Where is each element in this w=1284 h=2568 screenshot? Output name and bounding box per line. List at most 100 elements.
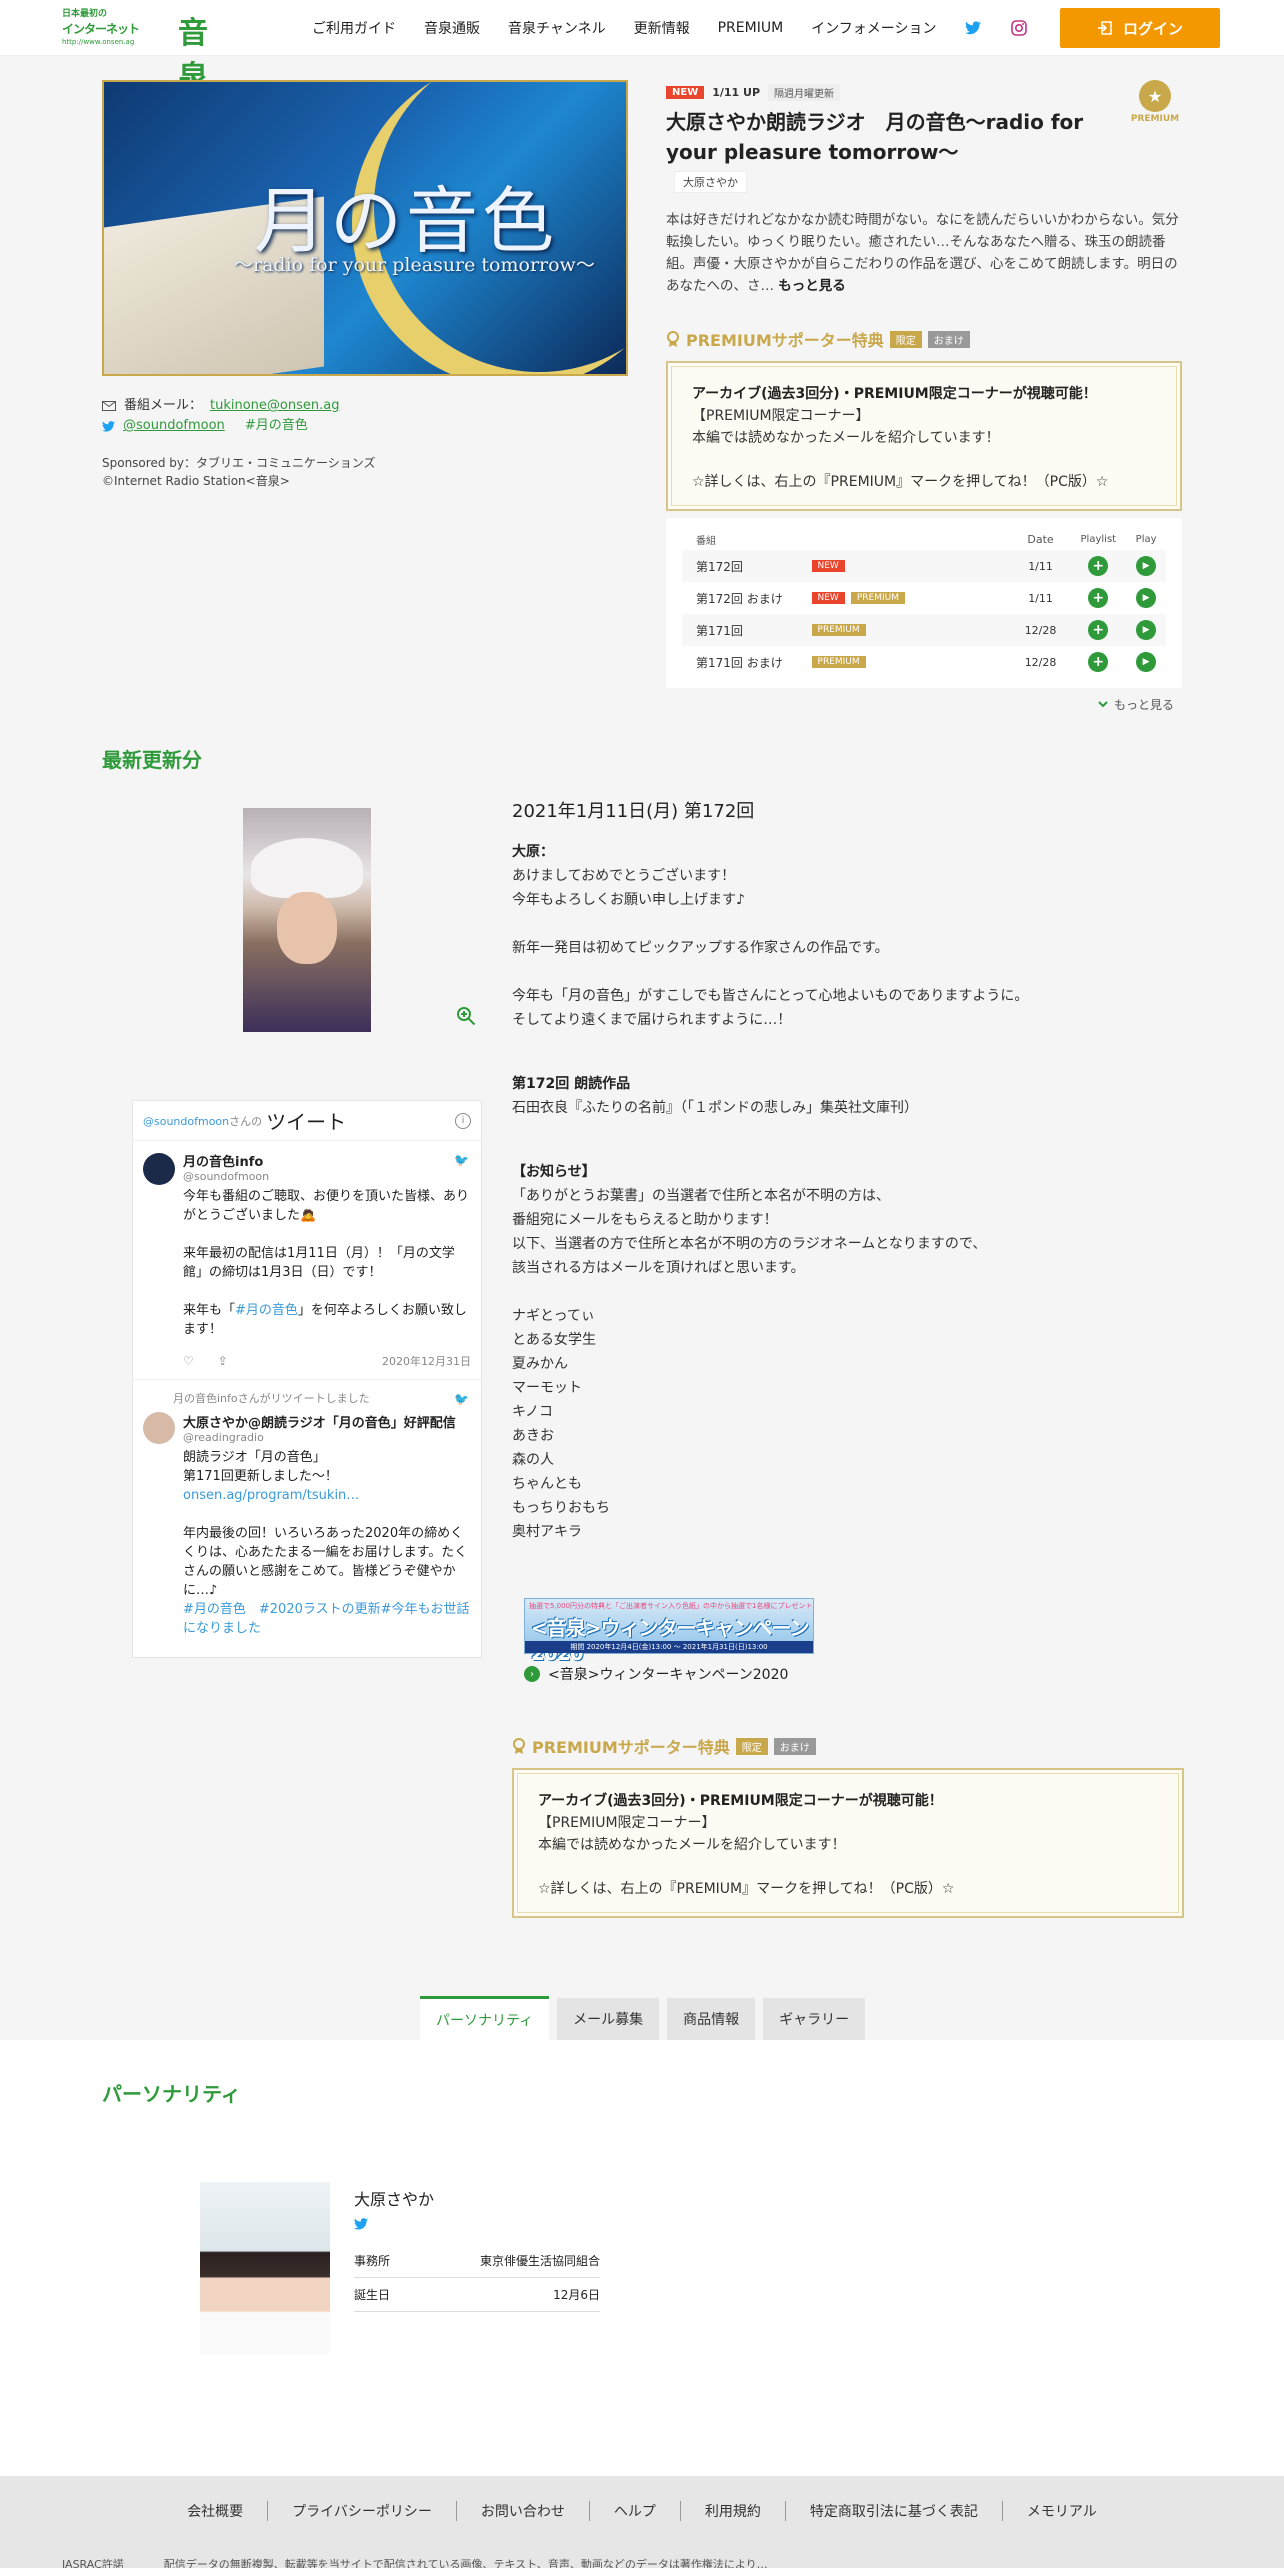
supporter-heading: PREMIUMサポーター特典 [532, 1738, 730, 1757]
nav-channel[interactable]: 音泉チャンネル [508, 18, 606, 38]
episode-name: 第172回 おまけ [696, 591, 783, 606]
footer-link-company[interactable]: 会社概要 [163, 2501, 267, 2521]
twitter-icon[interactable] [964, 19, 982, 37]
tweet-date[interactable]: 2020年12月31日 [382, 1353, 471, 1369]
tweet-author[interactable]: 月の音色info [183, 1151, 471, 1170]
limited-tag: 限定 [735, 1737, 768, 1755]
tweet: 🐦 月の音色info @soundofmoon 今年も番組のご聴取、お便りを頂い… [133, 1141, 481, 1380]
episode-row: 第171回 おまけ PREMIUM 12/28 + ▶ [682, 646, 1166, 678]
chevron-down-icon [1098, 700, 1108, 707]
tweet-author[interactable]: 大原さやか@朗読ラジオ「月の音色」好評配信 [183, 1412, 471, 1431]
new-tag: NEW [811, 560, 845, 572]
program-info: NEW 1/11 UP 隔週月曜更新 大原さやか朗読ラジオ 月の音色〜radio… [666, 84, 1182, 511]
nav-shop[interactable]: 音泉通販 [424, 18, 480, 38]
instagram-icon[interactable] [1010, 19, 1028, 37]
login-icon [1097, 21, 1112, 35]
footer-link-contact[interactable]: お問い合わせ [455, 2501, 589, 2521]
avatar[interactable] [143, 1412, 175, 1444]
twitter-icon[interactable] [354, 2218, 600, 2234]
tab-mail[interactable]: メール募集 [557, 1998, 660, 2040]
personality-photo [200, 2182, 330, 2354]
notice-label: 【お知らせ】 [512, 1164, 596, 1180]
photo-hat [251, 838, 363, 898]
tab-gallery[interactable]: ギャラリー [763, 1998, 866, 2040]
tab-personality[interactable]: パーソナリティ [420, 1996, 550, 2040]
banner-top-text: 抽選で5,000円分の特典と「ご出演者サイン入り色紙」の中から抽選で1名様にプレ… [529, 1602, 813, 1610]
mail-label: 番組メール： [124, 398, 203, 413]
supporter-line1: アーカイブ(過去3回分)・PREMIUM限定コーナーが視聴可能！ [538, 1793, 943, 1809]
supporter-line3: 本編では読めなかったメールを紹介しています！ [692, 430, 1000, 446]
winner-names: ナギとってぃ とある女学生 夏みかん マーモット キノコ あきお 森の人 ちゃん… [512, 1308, 610, 1540]
supporter-line4: ☆詳しくは、右上の『PREMIUM』マークを押してね！（PC版）☆ [692, 474, 1109, 490]
logo-text: インターネット [62, 22, 140, 36]
episode-list: 番組 Date Playlist Play 第172回 NEW 1/11 + ▶… [666, 518, 1182, 688]
campaign-banner[interactable]: 抽選で5,000円分の特典と「ご出演者サイン入り色紙」の中から抽選で1名様にプレ… [524, 1598, 814, 1665]
personality-chip[interactable]: 大原さやか [674, 171, 747, 193]
copyright-notice: 配信データの無断複製、転載等を当サイトで配信されている画像、テキスト、音声、動画… [163, 2558, 768, 2568]
tweet-handle: @readingradio [183, 1431, 264, 1444]
tweet-link[interactable]: onsen.ag/program/tsukin… [183, 1486, 471, 1505]
article-text: 新年一発目は初めてピックアップする作家さんの作品です。 [512, 940, 889, 956]
footer-link-privacy[interactable]: プライバシーポリシー [267, 2501, 456, 2521]
episode-photo[interactable] [243, 808, 371, 1032]
twitter-timeline: @soundofmoonさんの ツイート i 🐦 月の音色info @sound… [132, 1100, 482, 1658]
premium-button[interactable]: ★ PREMIUM [1130, 80, 1180, 124]
nav-information[interactable]: インフォメーション [811, 18, 936, 38]
site-logo[interactable]: 日本最初の インターネット http://www.onsen.ag 音泉 [62, 8, 222, 96]
play-icon[interactable]: ▶ [1136, 652, 1157, 672]
supporter-line2: 【PREMIUM限定コーナー】 [538, 1815, 716, 1831]
mail-icon [102, 401, 116, 411]
tweet-text: 来年も「 [183, 1303, 236, 1318]
supporter-heading: PREMIUMサポーター特典 [686, 331, 884, 350]
add-playlist-icon[interactable]: + [1088, 620, 1109, 640]
footer-link-terms[interactable]: 利用規約 [679, 2501, 785, 2521]
nav-guide[interactable]: ご利用ガイド [312, 18, 396, 38]
episodes-more-label: もっと見る [1114, 698, 1175, 712]
footer-link-memorial[interactable]: メモリアル [1001, 2501, 1121, 2521]
supporter-box: アーカイブ(過去3回分)・PREMIUM限定コーナーが視聴可能！ 【PREMIU… [512, 1768, 1184, 1918]
nav-updates[interactable]: 更新情報 [634, 18, 690, 38]
personality-name: 大原さやか [354, 2190, 435, 2209]
tab-goods[interactable]: 商品情報 [667, 1998, 756, 2040]
site-footer: 会社概要 プライバシーポリシー お問い合わせ ヘルプ 利用規約 特定商取引法に基… [0, 2476, 1284, 2568]
episode-row: 第171回 PREMIUM 12/28 + ▶ [682, 614, 1166, 646]
footer-link-tokushoho[interactable]: 特定商取引法に基づく表記 [784, 2501, 1002, 2521]
nav-premium[interactable]: PREMIUM [718, 20, 784, 36]
twitter-bird-icon: 🐦 [454, 1392, 469, 1406]
tweet-hashtags[interactable]: #月の音色 #2020ラストの更新#今年もお世話になりました [183, 1600, 471, 1638]
play-icon[interactable]: ▶ [1136, 588, 1157, 608]
work-label: 第172回 朗読作品 [512, 1076, 631, 1092]
premium-tag: PREMIUM [811, 624, 866, 636]
campaign-link-label: <音泉>ウィンターキャンペーン2020 [548, 1667, 789, 1683]
play-icon[interactable]: ▶ [1136, 620, 1157, 640]
campaign-link[interactable]: › <音泉>ウィンターキャンペーン2020 [524, 1664, 788, 1684]
episode-date: 1/11 [1028, 559, 1053, 573]
supporter-section: PREMIUMサポーター特典 限定 おまけ アーカイブ(過去3回分)・PREMI… [666, 327, 1182, 511]
profile-row: 誕生日 12月6日 [354, 2278, 600, 2312]
program-meta: 番組メール： tukinone@onsen.ag @soundofmoon #月… [102, 396, 376, 490]
login-label: ログイン [1122, 19, 1183, 38]
description-more-link[interactable]: もっと見る [778, 278, 846, 294]
article-text: あけましておめでとうございます！ 今年もよろしくお願い申し上げます♪ [512, 868, 745, 908]
hashtag-link[interactable]: #月の音色 [245, 416, 308, 436]
episodes-more-link[interactable]: もっと見る [1098, 696, 1174, 713]
footer-link-help[interactable]: ヘルプ [588, 2501, 680, 2521]
add-playlist-icon[interactable]: + [1088, 588, 1109, 608]
avatar[interactable] [143, 1153, 175, 1185]
play-icon[interactable]: ▶ [1136, 556, 1157, 576]
timeline-handle[interactable]: @soundofmoon [143, 1115, 229, 1128]
info-icon[interactable]: i [455, 1112, 471, 1129]
article-text: 石田衣良『ふたりの名前』（「１ポンドの悲しみ」集英社文庫刊） [512, 1100, 918, 1116]
program-mail-link[interactable]: tukinone@onsen.ag [210, 396, 339, 416]
add-playlist-icon[interactable]: + [1088, 652, 1109, 672]
share-icon[interactable]: ⇪ [218, 1354, 228, 1368]
zoom-icon[interactable] [456, 1006, 478, 1028]
login-button[interactable]: ログイン [1060, 8, 1220, 48]
banner-period: 期間 2020年12月4日(金)13:00 〜 2021年1月31日(日)13:… [525, 1641, 813, 1653]
tweet-hashtag[interactable]: #月の音色 [235, 1303, 298, 1318]
add-playlist-icon[interactable]: + [1088, 556, 1109, 576]
twitter-handle-link[interactable]: @soundofmoon [123, 416, 225, 436]
col-playlist: Playlist [1080, 533, 1117, 545]
like-icon[interactable]: ♡ [183, 1354, 194, 1368]
episode-name: 第171回 おまけ [696, 655, 783, 670]
